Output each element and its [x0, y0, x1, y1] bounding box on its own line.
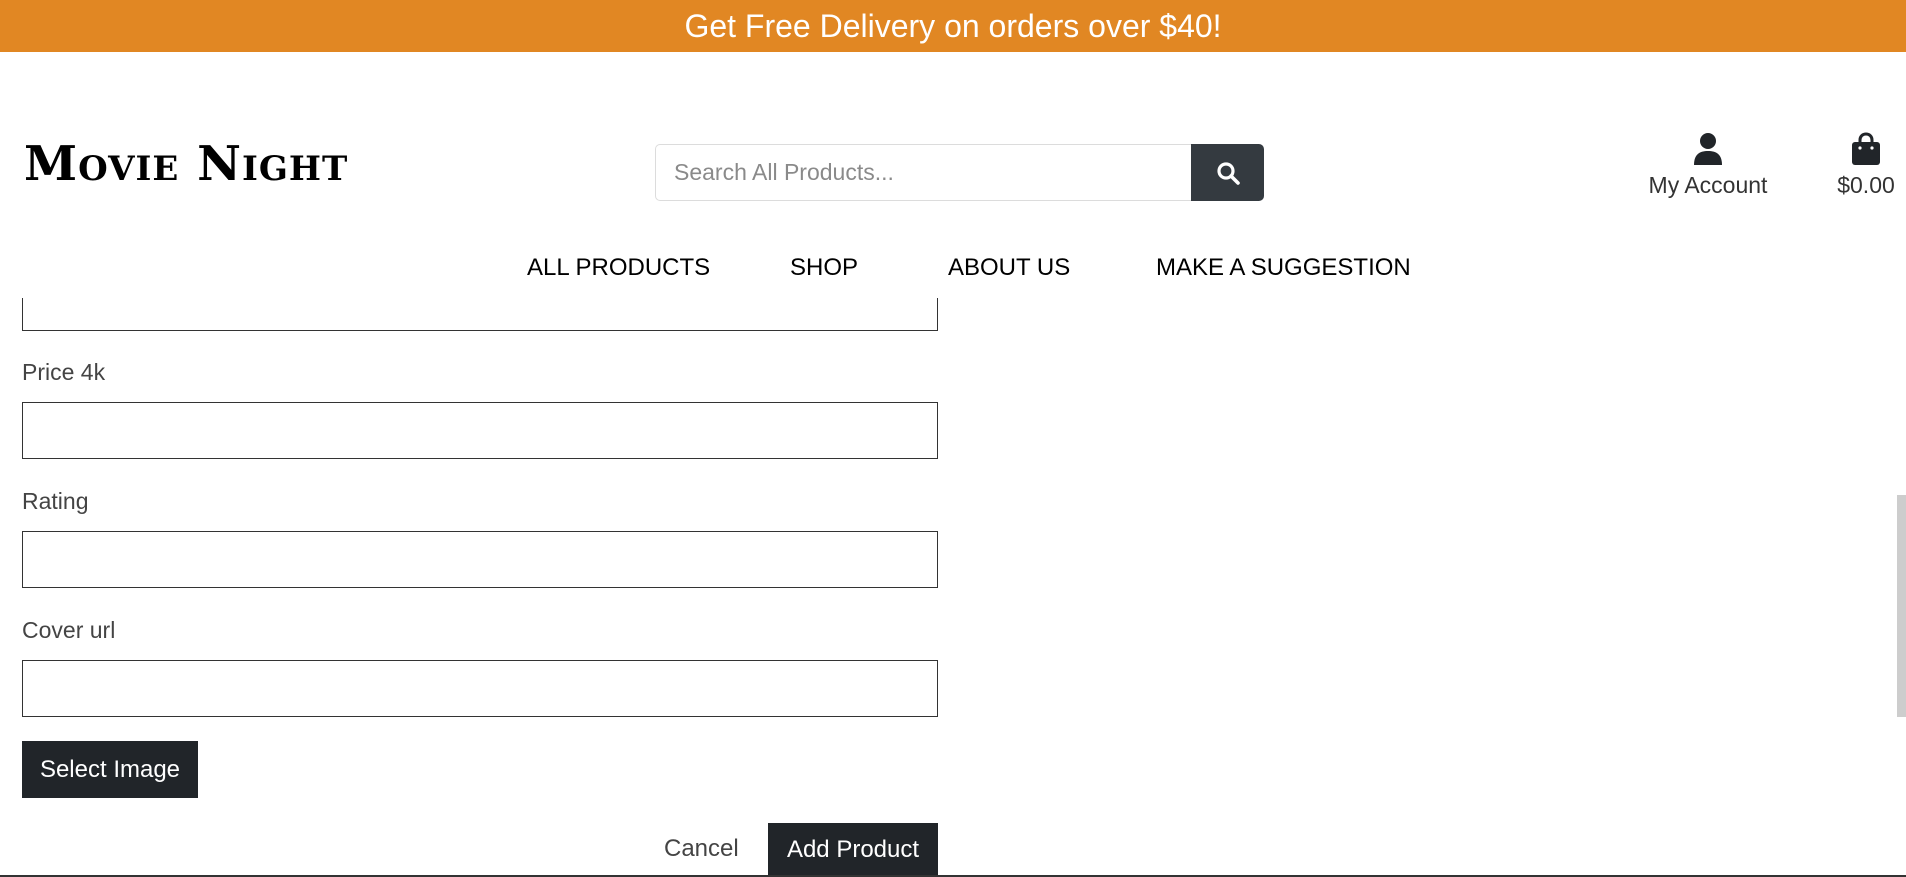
search-icon — [1216, 161, 1240, 185]
price-4k-label: Price 4k — [22, 359, 106, 385]
search-input[interactable] — [655, 144, 1191, 201]
scrollbar-thumb[interactable] — [1897, 495, 1906, 717]
nav-about-us[interactable]: ABOUT US — [948, 250, 1070, 286]
free-delivery-banner: Get Free Delivery on orders over $40! — [0, 0, 1906, 52]
nav-make-a-suggestion[interactable]: MAKE A SUGGESTION — [1156, 250, 1411, 286]
my-account-label: My Account — [1648, 172, 1768, 198]
cover-url-label: Cover url — [22, 617, 116, 643]
search-form — [655, 144, 1264, 201]
cover-url-input[interactable] — [22, 660, 938, 717]
main-nav: ALL PRODUCTS SHOP ABOUT US MAKE A SUGGES… — [0, 250, 1906, 286]
banner-text: Get Free Delivery on orders over $40! — [684, 8, 1222, 44]
rating-input[interactable] — [22, 531, 938, 588]
my-account-link[interactable]: My Account — [1636, 132, 1780, 199]
add-product-button[interactable]: Add Product — [768, 823, 938, 877]
nav-all-products[interactable]: ALL PRODUCTS — [527, 250, 710, 286]
nav-shop[interactable]: SHOP — [790, 250, 858, 286]
search-button[interactable] — [1191, 144, 1264, 201]
cart-total: $0.00 — [1837, 172, 1895, 198]
cancel-link[interactable]: Cancel — [664, 834, 739, 864]
select-image-button[interactable]: Select Image — [22, 741, 198, 798]
site-logo[interactable]: Movie Night — [24, 134, 348, 194]
previous-field-input[interactable] — [22, 298, 938, 331]
cart-link[interactable]: $0.00 — [1826, 132, 1906, 199]
shopping-bag-icon — [1852, 132, 1880, 165]
rating-label: Rating — [22, 488, 89, 514]
user-icon — [1694, 133, 1722, 165]
price-4k-input[interactable] — [22, 402, 938, 459]
